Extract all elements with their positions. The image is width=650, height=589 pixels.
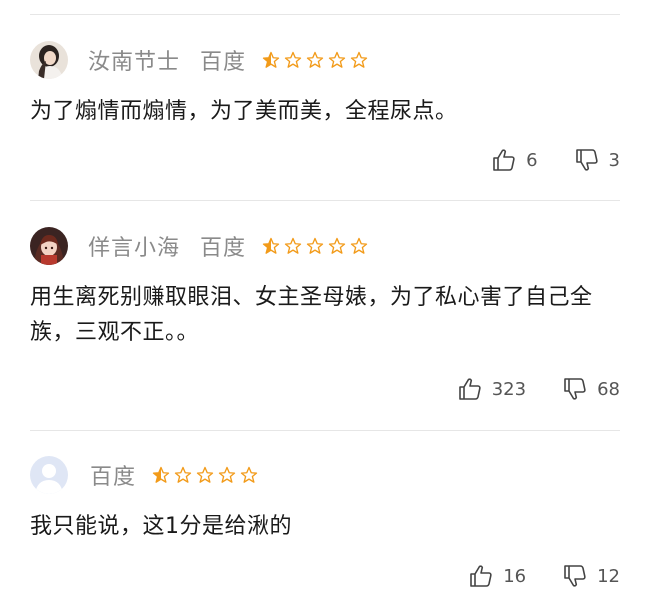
star-rating <box>262 237 368 255</box>
review-header: 汝南节士 百度 <box>30 40 620 80</box>
avatar[interactable] <box>30 41 68 79</box>
star-empty-icon <box>328 51 346 68</box>
thumbs-down-icon <box>575 149 598 171</box>
thumbs-down-icon <box>564 378 586 400</box>
thumbs-up-icon <box>458 378 481 400</box>
review-header: 佯言小海 百度 <box>30 226 620 266</box>
like-count: 16 <box>503 565 527 587</box>
thumbs-up-icon <box>470 565 492 587</box>
dislike-button[interactable]: 3 <box>574 147 620 173</box>
review-card: 汝南节士 百度 为了煽情而煽情，为了美而美，全程尿点。 6 3 <box>30 40 620 171</box>
review-card: 百度 我只能说，这1分是给湫的 16 12 <box>30 455 620 587</box>
star-empty-icon <box>218 466 236 483</box>
review-source: 百度 <box>200 50 247 75</box>
dislike-button[interactable]: 12 <box>562 563 620 589</box>
star-empty-icon <box>350 51 368 68</box>
star-filled-icon <box>262 51 280 68</box>
like-count: 323 <box>491 378 527 400</box>
like-button[interactable]: 16 <box>468 563 526 589</box>
star-empty-icon <box>306 237 324 254</box>
star-rating <box>152 466 258 484</box>
dislike-count: 12 <box>597 565 620 587</box>
star-empty-icon <box>350 237 368 254</box>
star-empty-icon <box>328 237 346 254</box>
star-empty-icon <box>196 466 214 483</box>
star-empty-icon <box>284 51 302 68</box>
dislike-count: 3 <box>608 149 620 171</box>
review-divider <box>30 430 620 431</box>
like-count: 6 <box>526 149 538 171</box>
review-divider <box>30 200 620 201</box>
avatar[interactable] <box>30 456 68 494</box>
dislike-button[interactable]: 68 <box>562 376 620 402</box>
username[interactable]: 佯言小海 <box>88 230 180 262</box>
star-filled-icon <box>152 466 170 483</box>
star-empty-icon <box>284 237 302 254</box>
star-empty-icon <box>240 466 258 483</box>
review-comment: 为了煽情而煽情，为了美而美，全程尿点。 <box>30 99 458 124</box>
avatar[interactable] <box>30 227 68 265</box>
review-comment: 我只能说，这1分是给湫的 <box>30 514 292 539</box>
like-button[interactable]: 6 <box>491 147 538 173</box>
star-rating <box>262 51 368 69</box>
top-divider <box>30 14 620 15</box>
star-filled-icon <box>262 237 280 254</box>
review-card: 佯言小海 百度 用生离死别赚取眼泪、女主圣母婊，为了私心害了自己全族，三观不正。… <box>30 226 620 400</box>
username[interactable]: 汝南节士 <box>88 44 180 76</box>
review-source: 百度 <box>200 236 247 261</box>
star-empty-icon <box>306 51 324 68</box>
review-source: 百度 <box>90 465 137 490</box>
thumbs-down-icon <box>564 565 586 587</box>
like-button[interactable]: 323 <box>457 376 526 402</box>
review-actions: 6 3 <box>491 147 620 173</box>
review-actions: 323 68 <box>457 376 620 402</box>
dislike-count: 68 <box>597 378 620 400</box>
review-actions: 16 12 <box>468 563 620 589</box>
review-comment: 用生离死别赚取眼泪、女主圣母婊，为了私心害了自己全族，三观不正。。 <box>30 285 593 345</box>
review-header: 百度 <box>30 455 620 495</box>
star-empty-icon <box>174 466 192 483</box>
thumbs-up-icon <box>493 149 515 171</box>
